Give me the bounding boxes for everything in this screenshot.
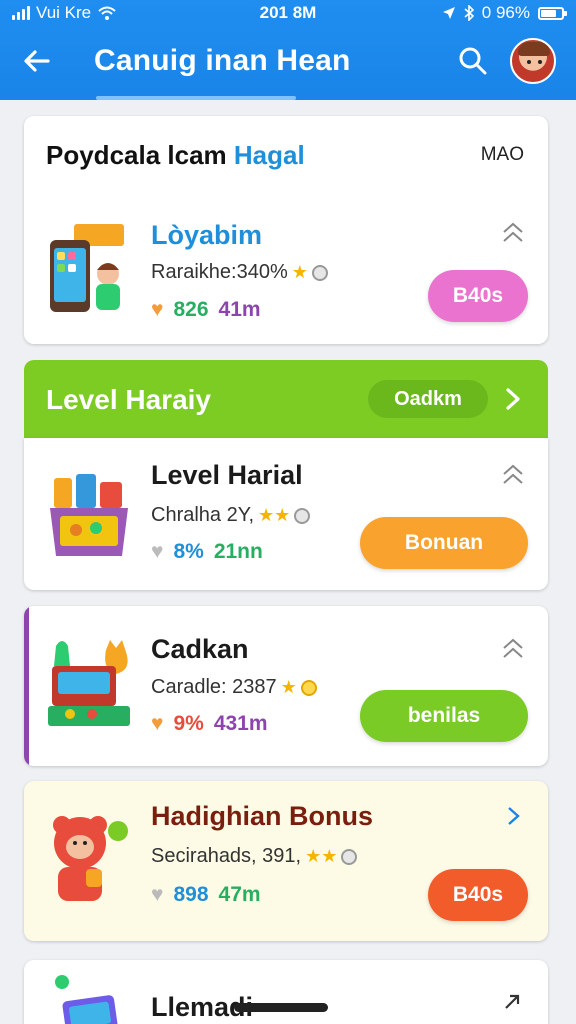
avatar[interactable] bbox=[510, 38, 556, 84]
home-indicator[interactable] bbox=[234, 1003, 328, 1012]
card-meta: Secirahads, 391, ★★ bbox=[151, 845, 358, 868]
chevron-up-icon[interactable] bbox=[500, 462, 526, 488]
battery-percent: 0 96% bbox=[481, 3, 530, 22]
reward-card: Cadkan Caradle: 2387 ★ ♥ 9% 431m benilas bbox=[24, 606, 548, 766]
bonus-button[interactable]: benilas bbox=[360, 690, 528, 742]
status-bar: Vui Kre 201 8M 0 96% bbox=[0, 0, 576, 26]
heart-icon: ♥ bbox=[151, 540, 164, 563]
card-stats: ♥ 826 41m bbox=[151, 298, 261, 321]
card-meta: Caradle: 2387 ★ bbox=[151, 676, 317, 699]
card-title: Cadkan bbox=[151, 634, 249, 664]
back-arrow-icon[interactable] bbox=[20, 44, 54, 78]
reward-card: Level Harial Chralha 2Y, ★★ ♥ 8% 21nn Bo… bbox=[24, 438, 548, 590]
accent-edge bbox=[24, 606, 29, 766]
chevron-up-icon[interactable] bbox=[500, 636, 526, 662]
star-icon: ★ bbox=[280, 677, 297, 697]
page-title: Canuig inan Hean bbox=[94, 44, 351, 77]
card-title: Lòyabim bbox=[151, 220, 263, 250]
chevron-right-icon[interactable] bbox=[500, 803, 526, 829]
card-title: Level Harial bbox=[151, 460, 303, 490]
battery-icon bbox=[538, 6, 567, 20]
claim-button[interactable]: B40s bbox=[428, 869, 528, 921]
coin-icon bbox=[294, 507, 311, 524]
phone-game-thumbnail bbox=[50, 224, 124, 312]
card-stats: ♥ 8% 21nn bbox=[151, 540, 263, 563]
app-bar: Canuig inan Hean bbox=[0, 30, 576, 92]
bonus-card: Hadighian Bonus Secirahads, 391, ★★ ♥ 89… bbox=[24, 781, 548, 941]
heart-icon: ♥ bbox=[151, 883, 164, 906]
tablet-thumbnail bbox=[55, 975, 118, 1024]
reward-card: Llemadi bbox=[24, 960, 548, 1024]
location-icon bbox=[442, 7, 455, 19]
search-icon[interactable] bbox=[456, 44, 490, 78]
banner-pill[interactable]: Oadkm bbox=[368, 380, 488, 418]
toy-box-thumbnail bbox=[50, 474, 128, 556]
star-icon: ★★ bbox=[258, 505, 291, 525]
toy-chest-thumbnail bbox=[48, 640, 130, 726]
featured-card: Poydcala lcam Hagal MAO Lòyabim Raraikhe… bbox=[24, 116, 548, 344]
heart-icon: ♥ bbox=[151, 298, 164, 321]
chevron-up-icon[interactable] bbox=[500, 220, 526, 246]
card-stats: ♥ 9% 431m bbox=[151, 712, 268, 735]
level-banner[interactable]: Level Haraiy Oadkm bbox=[24, 360, 548, 438]
heart-icon: ♥ bbox=[151, 712, 164, 735]
card-title: Hadighian Bonus bbox=[151, 801, 373, 831]
bear-mascot-thumbnail bbox=[53, 816, 128, 901]
claim-button[interactable]: B40s bbox=[428, 270, 528, 322]
bonus-button[interactable]: Bonuan bbox=[360, 517, 528, 569]
section-more-link[interactable]: MAO bbox=[481, 144, 524, 166]
star-icon: ★★ bbox=[305, 846, 338, 866]
bluetooth-icon bbox=[464, 5, 474, 21]
top-bar: Vui Kre 201 8M 0 96% Canuig inan Hean bbox=[0, 0, 576, 100]
card-meta: Raraikhe:340% ★ bbox=[151, 261, 328, 284]
card-meta: Chralha 2Y, ★★ bbox=[151, 504, 311, 527]
coin-icon bbox=[311, 264, 328, 281]
section-title: Poydcala lcam Hagal bbox=[46, 140, 305, 170]
chevron-right-icon[interactable] bbox=[500, 384, 526, 414]
coin-icon bbox=[300, 679, 317, 696]
card-stats: ♥ 898 47m bbox=[151, 883, 261, 906]
link-arrow-icon[interactable] bbox=[500, 990, 526, 1016]
star-icon: ★ bbox=[291, 262, 308, 282]
banner-label: Level Haraiy bbox=[46, 384, 211, 415]
tab-indicator bbox=[96, 96, 296, 100]
coin-icon bbox=[341, 848, 358, 865]
